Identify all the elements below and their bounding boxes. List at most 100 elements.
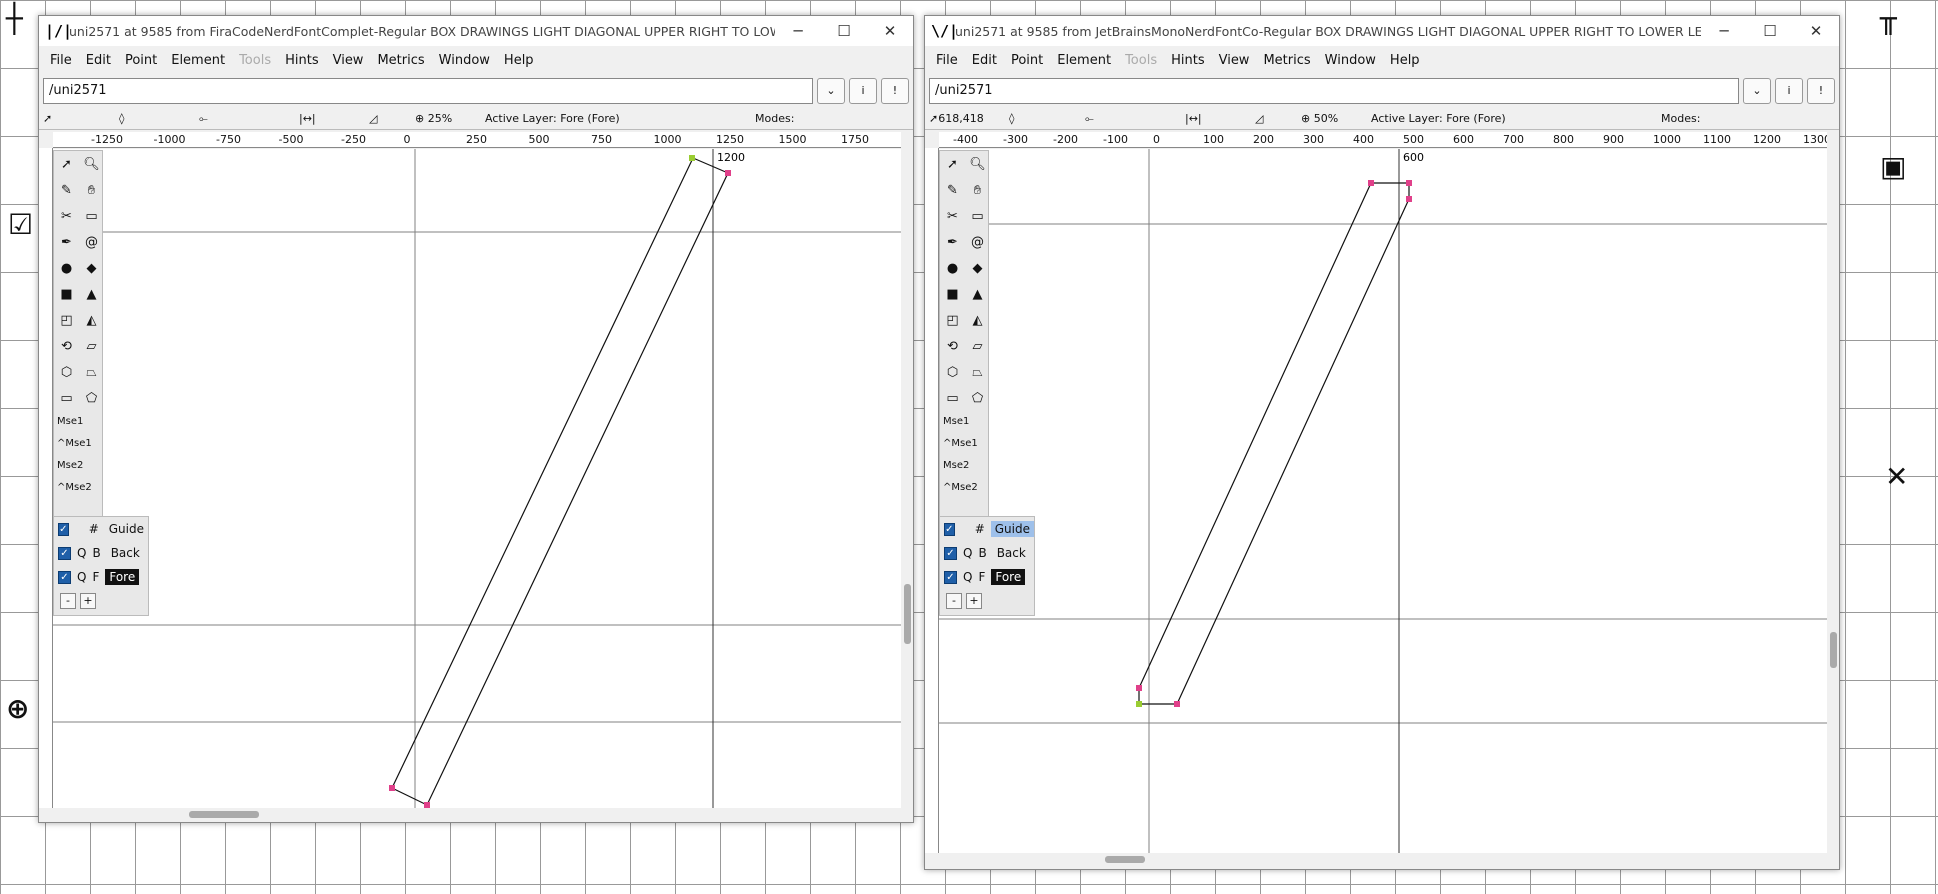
ruler-tool-icon[interactable]: ▭: [79, 203, 104, 229]
info-button[interactable]: i: [849, 78, 877, 104]
minimize-button[interactable]: ─: [1701, 16, 1747, 46]
ruler-tool-icon[interactable]: ▭: [965, 203, 990, 229]
corner-point-icon[interactable]: ■: [54, 281, 79, 307]
menu-file[interactable]: File: [43, 53, 79, 68]
spiral-tool-icon[interactable]: @: [965, 229, 990, 255]
hv-point-icon[interactable]: ◆: [79, 255, 104, 281]
layer-name[interactable]: Fore: [991, 569, 1026, 585]
add-layer-button[interactable]: +: [966, 593, 982, 609]
checkbox[interactable]: ✓: [58, 546, 71, 560]
menu-help[interactable]: Help: [1383, 53, 1427, 68]
menu-point[interactable]: Point: [1004, 53, 1050, 68]
warning-button[interactable]: !: [1807, 78, 1835, 104]
3d-rotate-icon[interactable]: ⬡: [940, 359, 965, 385]
menu-metrics[interactable]: Metrics: [370, 53, 431, 68]
remove-layer-button[interactable]: -: [60, 593, 76, 609]
magnify-tool-icon[interactable]: 🔍︎: [965, 151, 990, 177]
close-button[interactable]: ✕: [867, 16, 913, 46]
tangent-point-icon[interactable]: ▲: [79, 281, 104, 307]
pencil-tool-icon[interactable]: ✎: [54, 177, 79, 203]
layer-row-guide[interactable]: ✓ # Guide: [54, 517, 148, 541]
horizontal-scrollbar[interactable]: [925, 853, 1827, 865]
menu-view[interactable]: View: [1212, 53, 1257, 68]
info-button[interactable]: i: [1775, 78, 1803, 104]
knife-tool-icon[interactable]: ✂: [54, 203, 79, 229]
checkbox[interactable]: ✓: [944, 522, 955, 536]
hand-tool-icon[interactable]: ✋︎: [965, 177, 990, 203]
checkbox[interactable]: ✓: [58, 522, 69, 536]
glyph-name-field[interactable]: /uni2571: [929, 78, 1739, 104]
horizontal-scrollbar[interactable]: [39, 808, 901, 820]
checkbox[interactable]: ✓: [58, 570, 71, 584]
polygon-tool-icon[interactable]: ⬠: [79, 385, 104, 411]
layer-name[interactable]: Fore: [105, 569, 140, 585]
close-button[interactable]: ✕: [1793, 16, 1839, 46]
remove-layer-button[interactable]: -: [946, 593, 962, 609]
layer-name[interactable]: Back: [993, 545, 1030, 561]
3d-rotate-icon[interactable]: ⬡: [54, 359, 79, 385]
maximize-button[interactable]: ☐: [1747, 16, 1793, 46]
layer-row-guide[interactable]: ✓ # Guide: [940, 517, 1034, 541]
flip-tool-icon[interactable]: ◭: [79, 307, 104, 333]
polygon-tool-icon[interactable]: ⬠: [965, 385, 990, 411]
add-layer-button[interactable]: +: [80, 593, 96, 609]
curve-point-icon[interactable]: ●: [940, 255, 965, 281]
scroll-thumb[interactable]: [904, 584, 911, 644]
perspective-icon[interactable]: ⏢: [965, 359, 990, 385]
pen-tool-icon[interactable]: ✒: [940, 229, 965, 255]
checkbox[interactable]: ✓: [944, 546, 957, 560]
scroll-thumb[interactable]: [189, 811, 259, 818]
pencil-tool-icon[interactable]: ✎: [940, 177, 965, 203]
vertical-scrollbar[interactable]: [1827, 148, 1839, 853]
layer-name[interactable]: Guide: [105, 521, 148, 537]
menu-element[interactable]: Element: [164, 53, 232, 68]
menu-element[interactable]: Element: [1050, 53, 1118, 68]
chevron-down-icon[interactable]: ⌄: [817, 78, 845, 104]
layer-name[interactable]: Guide: [990, 521, 1034, 537]
tangent-point-icon[interactable]: ▲: [965, 281, 990, 307]
flip-tool-icon[interactable]: ◭: [965, 307, 990, 333]
hv-point-icon[interactable]: ◆: [965, 255, 990, 281]
hand-tool-icon[interactable]: ✋︎: [79, 177, 104, 203]
menu-window[interactable]: Window: [432, 53, 497, 68]
checkbox[interactable]: ✓: [944, 570, 957, 584]
menu-window[interactable]: Window: [1318, 53, 1383, 68]
rectangle-tool-icon[interactable]: ▭: [54, 385, 79, 411]
pen-tool-icon[interactable]: ✒: [54, 229, 79, 255]
layer-row-fore[interactable]: ✓ Q F Fore: [54, 565, 148, 589]
menu-file[interactable]: File: [929, 53, 965, 68]
pointer-tool-icon[interactable]: ➚: [940, 151, 965, 177]
maximize-button[interactable]: ☐: [821, 16, 867, 46]
rectangle-tool-icon[interactable]: ▭: [940, 385, 965, 411]
layer-row-back[interactable]: ✓ Q B Back: [940, 541, 1034, 565]
rotate-tool-icon[interactable]: ⟲: [940, 333, 965, 359]
pointer-tool-icon[interactable]: ➚: [54, 151, 79, 177]
glyph-name-field[interactable]: /uni2571: [43, 78, 813, 104]
chevron-down-icon[interactable]: ⌄: [1743, 78, 1771, 104]
layer-name[interactable]: Back: [107, 545, 144, 561]
corner-point-icon[interactable]: ■: [940, 281, 965, 307]
layer-row-fore[interactable]: ✓ Q F Fore: [940, 565, 1034, 589]
menu-metrics[interactable]: Metrics: [1256, 53, 1317, 68]
scale-tool-icon[interactable]: ◰: [940, 307, 965, 333]
menu-hints[interactable]: Hints: [278, 53, 326, 68]
menu-hints[interactable]: Hints: [1164, 53, 1212, 68]
glyph-canvas[interactable]: 600: [939, 149, 1827, 853]
menu-point[interactable]: Point: [118, 53, 164, 68]
warning-button[interactable]: !: [881, 78, 909, 104]
menu-edit[interactable]: Edit: [79, 53, 118, 68]
curve-point-icon[interactable]: ●: [54, 255, 79, 281]
perspective-icon[interactable]: ⏢: [79, 359, 104, 385]
scale-tool-icon[interactable]: ◰: [54, 307, 79, 333]
scroll-thumb[interactable]: [1830, 632, 1837, 668]
menu-edit[interactable]: Edit: [965, 53, 1004, 68]
spiral-tool-icon[interactable]: @: [79, 229, 104, 255]
knife-tool-icon[interactable]: ✂: [940, 203, 965, 229]
menu-view[interactable]: View: [326, 53, 371, 68]
scroll-thumb[interactable]: [1105, 856, 1145, 863]
minimize-button[interactable]: ─: [775, 16, 821, 46]
menu-help[interactable]: Help: [497, 53, 541, 68]
layer-row-back[interactable]: ✓ Q B Back: [54, 541, 148, 565]
vertical-scrollbar[interactable]: [901, 148, 913, 808]
skew-tool-icon[interactable]: ▱: [79, 333, 104, 359]
